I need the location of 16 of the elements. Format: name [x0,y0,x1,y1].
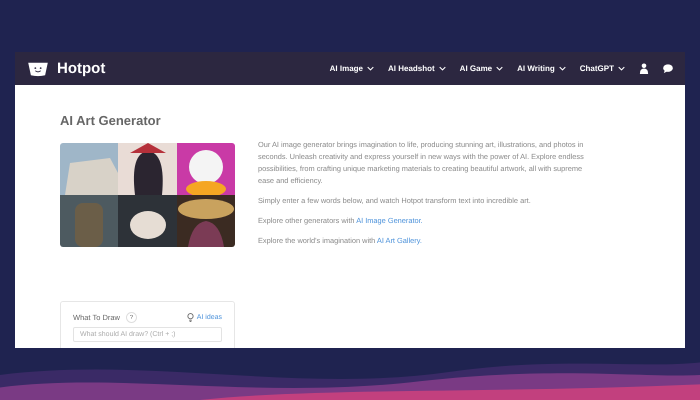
chevron-down-icon [496,66,504,71]
chevron-down-icon [618,66,625,71]
chevron-down-icon [558,66,566,71]
chat-icon[interactable] [663,63,673,74]
pot-logo-icon[interactable] [27,60,49,76]
nav-menu-item[interactable]: AI Writing [517,64,566,73]
user-icon[interactable] [639,63,649,74]
brand-link[interactable]: Hotpot [57,60,106,77]
lightbulb-icon [186,313,194,322]
nav-menu-item[interactable]: AI Image [330,64,374,73]
chevron-down-icon [438,66,446,71]
nav-menu-item[interactable]: AI Headshot [388,64,446,73]
nav-menu-item[interactable]: ChatGPT [580,64,625,73]
chevron-down-icon [367,66,374,71]
nav-menu-item[interactable]: AI Game [460,64,504,73]
page-title: AI Art Generator [60,113,162,128]
